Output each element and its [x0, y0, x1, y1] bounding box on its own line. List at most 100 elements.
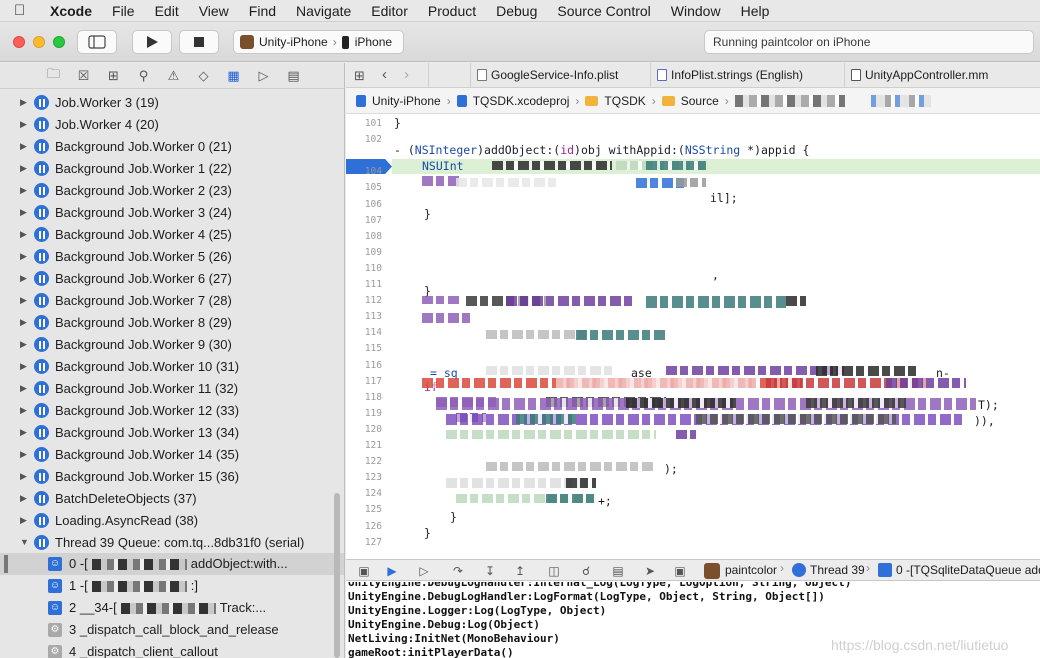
- thread-row[interactable]: ▶ Background Job.Worker 14 (35): [0, 443, 344, 465]
- folder-icon[interactable]: 🗀: [45, 65, 62, 87]
- menu-editor[interactable]: Editor: [371, 0, 408, 22]
- minimize-window-button[interactable]: [33, 36, 45, 48]
- report-icon[interactable]: ▤: [285, 68, 302, 84]
- disclosure-closed-icon[interactable]: ▶: [20, 339, 30, 350]
- hierarchy-icon[interactable]: ⊞: [105, 68, 122, 84]
- thread-row[interactable]: ▶ Background Job.Worker 10 (31): [0, 355, 344, 377]
- thread-row[interactable]: ▶ Background Job.Worker 8 (29): [0, 311, 344, 333]
- debug-spray-icon[interactable]: ▦: [225, 68, 242, 84]
- disclosure-closed-icon[interactable]: ▶: [20, 185, 30, 196]
- stack-frame-row[interactable]: ⚙ 3 _dispatch_call_block_and_release: [0, 619, 344, 641]
- stack-frame-row[interactable]: ☺ 0 -[addObject:with...: [0, 553, 344, 575]
- thread-row[interactable]: ▶ Job.Worker 3 (19): [0, 91, 344, 113]
- thread-row[interactable]: ▶ Background Job.Worker 5 (26): [0, 245, 344, 267]
- disclosure-closed-icon[interactable]: ▶: [20, 295, 30, 306]
- toggle-navigator-button[interactable]: [77, 30, 117, 54]
- back-arrow-icon[interactable]: ‹: [382, 66, 387, 83]
- menu-edit[interactable]: Edit: [155, 0, 179, 22]
- thread-row[interactable]: ▶ Background Job.Worker 13 (34): [0, 421, 344, 443]
- menu-app[interactable]: Xcode: [50, 0, 92, 22]
- disclosure-open-icon[interactable]: ▼: [20, 537, 30, 547]
- warning-icon[interactable]: ⚠: [165, 68, 182, 84]
- disclosure-closed-icon[interactable]: ▶: [20, 273, 30, 284]
- disclosure-closed-icon[interactable]: ▶: [20, 361, 30, 372]
- thread-row[interactable]: ▶ Loading.AsyncRead (38): [0, 509, 344, 531]
- thread-row[interactable]: ▶ Background Job.Worker 12 (33): [0, 399, 344, 421]
- thread-row[interactable]: ▶ Background Job.Worker 6 (27): [0, 267, 344, 289]
- menu-debug[interactable]: Debug: [496, 0, 537, 22]
- grid-icon[interactable]: ⊞: [354, 68, 365, 84]
- menu-product[interactable]: Product: [428, 0, 476, 22]
- disclosure-closed-icon[interactable]: ▶: [20, 405, 30, 416]
- disclosure-closed-icon[interactable]: ▶: [20, 493, 30, 504]
- disclosure-closed-icon[interactable]: ▶: [20, 141, 30, 152]
- thread-row[interactable]: ▼ Thread 39 Queue: com.tq...8db31f0 (seri…: [0, 531, 344, 553]
- simulate-location-icon[interactable]: ➤: [642, 563, 658, 579]
- tab-unityappcontroller[interactable]: UnityAppController.mm: [844, 63, 1014, 88]
- thread-row[interactable]: ▶ Background Job.Worker 15 (36): [0, 465, 344, 487]
- disclosure-closed-icon[interactable]: ▶: [20, 383, 30, 394]
- thread-row[interactable]: ▶ Background Job.Worker 1 (22): [0, 157, 344, 179]
- disclosure-closed-icon[interactable]: ▶: [20, 471, 30, 482]
- step-into-icon[interactable]: ↧: [482, 563, 498, 579]
- stack-frame-row[interactable]: ☺ 2 __34-[Track:...: [0, 597, 344, 619]
- stack-frame-row[interactable]: ⚙ 4 _dispatch_client_callout: [0, 641, 344, 658]
- menu-source-control[interactable]: Source Control: [557, 0, 650, 22]
- navigator-scrollbar[interactable]: [334, 493, 340, 658]
- jump-source[interactable]: Source: [681, 94, 719, 108]
- thread-row[interactable]: ▶ Background Job.Worker 4 (25): [0, 223, 344, 245]
- menu-view[interactable]: View: [199, 0, 229, 22]
- menu-navigate[interactable]: Navigate: [296, 0, 351, 22]
- thread-row[interactable]: ▶ Background Job.Worker 9 (30): [0, 333, 344, 355]
- thread-row[interactable]: ▶ Background Job.Worker 0 (21): [0, 135, 344, 157]
- thread-row[interactable]: ▶ Background Job.Worker 7 (28): [0, 289, 344, 311]
- jump-tqsdk-xcodeproj[interactable]: TQSDK.xcodeproj: [473, 94, 570, 108]
- menu-file[interactable]: File: [112, 0, 135, 22]
- breakpoints-toggle-icon[interactable]: ▶: [384, 563, 400, 579]
- hide-debug-area-icon[interactable]: ▣: [356, 563, 372, 579]
- menu-help[interactable]: Help: [741, 0, 770, 22]
- disclosure-closed-icon[interactable]: ▶: [20, 207, 30, 218]
- thread-row[interactable]: ▶ Background Job.Worker 11 (32): [0, 377, 344, 399]
- step-out-icon[interactable]: ↥: [512, 563, 528, 579]
- continue-icon[interactable]: ▷: [416, 563, 432, 579]
- code-area[interactable]: } - (NSInteger)addObject:(id)obj withApp…: [346, 116, 1040, 559]
- console-output[interactable]: https://blog.csdn.net/liutietuo UnityEng…: [346, 582, 1040, 658]
- view-hierarchy-icon[interactable]: ◫: [546, 563, 562, 579]
- stop-button[interactable]: [179, 30, 219, 54]
- scheme-selector[interactable]: Unity-iPhone › iPhone: [233, 30, 404, 54]
- disclosure-closed-icon[interactable]: ▶: [20, 427, 30, 438]
- jump-unity-iphone[interactable]: Unity-iPhone: [372, 94, 441, 108]
- step-over-icon[interactable]: ↷: [450, 563, 466, 579]
- debug-thread[interactable]: Thread 39: [810, 563, 865, 577]
- menu-find[interactable]: Find: [249, 0, 276, 22]
- disclosure-closed-icon[interactable]: ▶: [20, 251, 30, 262]
- tab-infoplist-strings[interactable]: InfoPlist.strings (English): [650, 63, 840, 88]
- breakpoint-icon[interactable]: ▷: [255, 68, 272, 84]
- disclosure-closed-icon[interactable]: ▶: [20, 515, 30, 526]
- disclosure-closed-icon[interactable]: ▶: [20, 449, 30, 460]
- thread-row[interactable]: ▶ Background Job.Worker 3 (24): [0, 201, 344, 223]
- jump-tqsdk[interactable]: TQSDK: [604, 94, 645, 108]
- memory-graph-icon[interactable]: ☌: [578, 563, 594, 579]
- diamond-icon[interactable]: ◇: [195, 68, 212, 84]
- close-window-button[interactable]: [13, 36, 25, 48]
- debug-frame[interactable]: 0 -[TQSqliteDataQueue add: [896, 563, 1040, 577]
- debug-process[interactable]: paintcolor: [725, 563, 777, 577]
- disclosure-closed-icon[interactable]: ▶: [20, 119, 30, 130]
- source-control-icon[interactable]: ☒: [75, 68, 92, 84]
- disclosure-closed-icon[interactable]: ▶: [20, 163, 30, 174]
- disclosure-closed-icon[interactable]: ▶: [20, 97, 30, 108]
- thread-row[interactable]: ▶ Job.Worker 4 (20): [0, 113, 344, 135]
- stack-frame-row[interactable]: ☺ 1 -[:]: [0, 575, 344, 597]
- zoom-window-button[interactable]: [53, 36, 65, 48]
- thread-row[interactable]: ▶ Background Job.Worker 2 (23): [0, 179, 344, 201]
- menu-window[interactable]: Window: [671, 0, 721, 22]
- forward-arrow-icon[interactable]: ›: [404, 66, 409, 83]
- disclosure-closed-icon[interactable]: ▶: [20, 317, 30, 328]
- thread-row[interactable]: ▶ BatchDeleteObjects (37): [0, 487, 344, 509]
- disclosure-closed-icon[interactable]: ▶: [20, 229, 30, 240]
- search-icon[interactable]: ⚲: [135, 68, 152, 84]
- run-button[interactable]: [132, 30, 172, 54]
- tab-googleservice-info[interactable]: GoogleService-Info.plist: [470, 63, 650, 88]
